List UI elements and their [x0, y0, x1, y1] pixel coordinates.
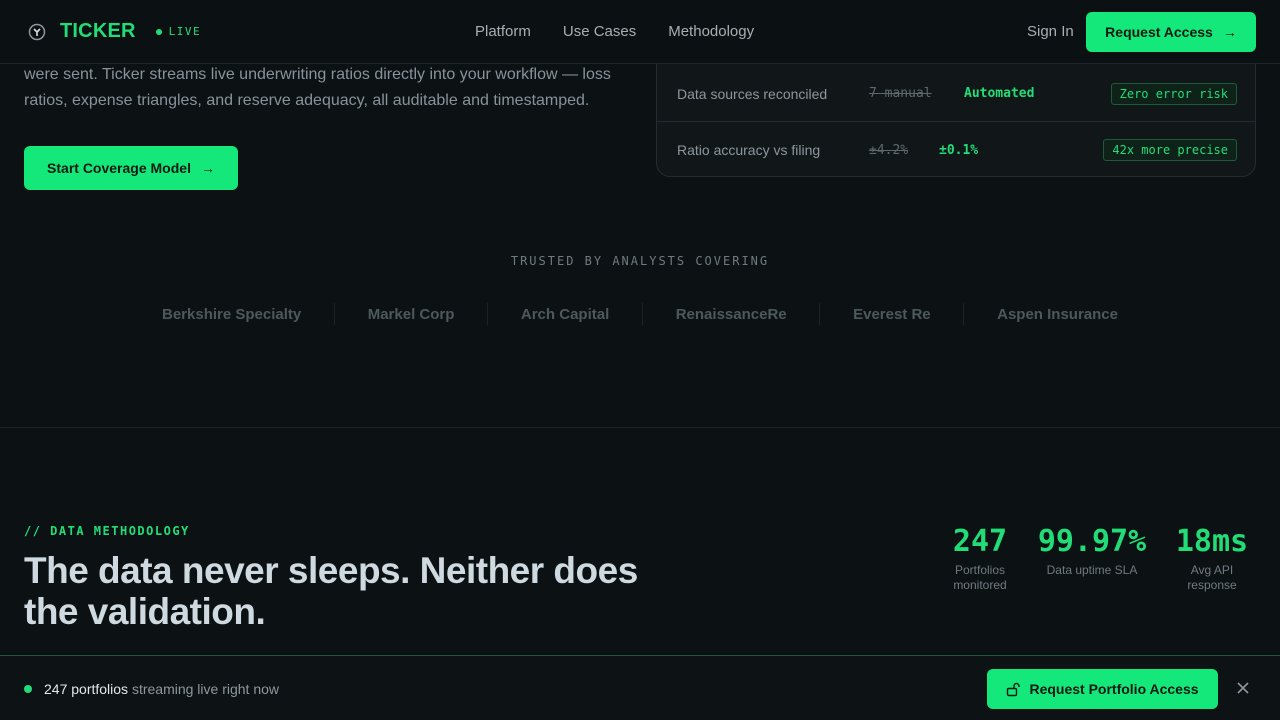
request-access-label: Request Access	[1105, 24, 1213, 40]
logo-divider	[641, 303, 643, 325]
logo-berkshire-specialty: Berkshire Specialty	[162, 305, 302, 323]
arrow-right-icon: →	[1222, 24, 1237, 40]
logo-divider	[333, 303, 335, 325]
request-portfolio-access-label: Request Portfolio Access	[1029, 681, 1199, 697]
stat-value: 99.97%	[1037, 524, 1147, 559]
arrow-right-icon: →	[200, 160, 215, 176]
stat-portfolios: 247 Portfolios monitored	[940, 524, 1020, 593]
live-dot-icon	[24, 685, 32, 693]
request-portfolio-access-button[interactable]: Request Portfolio Access	[987, 669, 1218, 709]
close-icon	[1237, 682, 1249, 694]
comparison-label: Ratio accuracy vs filing	[677, 142, 821, 158]
comparison-row: Ratio accuracy vs filing ±4.2% ±0.1% 42x…	[657, 122, 1255, 176]
start-coverage-label: Start Coverage Model	[47, 160, 191, 176]
stat-uptime: 99.97% Data uptime SLA	[1028, 524, 1156, 593]
logo-arch-capital: Arch Capital	[520, 305, 610, 323]
logo-divider	[487, 303, 489, 325]
nav-link-methodology[interactable]: Methodology	[668, 23, 754, 40]
comparison-badge: Zero error risk	[1110, 82, 1237, 105]
comparison-old-value: 7 manual	[869, 86, 932, 101]
logo-divider	[819, 303, 821, 325]
nav-link-platform[interactable]: Platform	[475, 23, 531, 40]
start-coverage-model-button[interactable]: Start Coverage Model →	[24, 146, 238, 190]
comparison-new-value: Automated	[964, 86, 1035, 101]
request-access-button[interactable]: Request Access →	[1086, 12, 1256, 52]
comparison-old-value: ±4.2%	[869, 142, 909, 158]
sticky-status-rest: streaming live right now	[131, 681, 280, 697]
unlock-icon	[1007, 682, 1021, 696]
logo-divider	[963, 303, 965, 325]
logo-markel-corp: Markel Corp	[367, 305, 455, 323]
brand-logo-icon	[28, 23, 46, 40]
portfolio-count: 247 portfolios	[44, 681, 129, 697]
comparison-new-value: ±0.1%	[939, 142, 979, 158]
stat-label: Data uptime SLA	[1046, 563, 1138, 577]
comparison-row: Data sources reconciled 7 manual Automat…	[657, 66, 1255, 122]
methodology-heading: The data never sleeps. Neither does the …	[24, 550, 638, 632]
stats-group: 247 Portfolios monitored 99.97% Data upt…	[940, 524, 1252, 593]
logo-aspen-insurance: Aspen Insurance	[997, 305, 1118, 323]
sign-in-link[interactable]: Sign In	[1027, 23, 1074, 40]
live-label: LIVE	[168, 25, 202, 38]
section-divider	[0, 427, 1280, 428]
sticky-cta-bar: 247 portfolios streaming live right now …	[0, 655, 1280, 720]
trusted-title: TRUSTED BY ANALYSTS COVERING	[510, 254, 770, 268]
stat-value: 247	[952, 524, 1008, 559]
stat-api-response: 18ms Avg API response	[1172, 524, 1252, 593]
hero-description: were sent. Ticker streams live underwrit…	[24, 66, 611, 109]
nav-link-use-cases[interactable]: Use Cases	[563, 23, 636, 40]
sticky-status-text: 247 portfolios streaming live right now	[44, 681, 279, 697]
stat-label: Avg API response	[1187, 563, 1237, 592]
stat-value: 18ms	[1175, 524, 1249, 559]
live-indicator: LIVE	[155, 25, 202, 38]
logo-renaissancere: RenaissanceRe	[675, 305, 787, 323]
stat-label: Portfolios monitored	[953, 563, 1007, 592]
top-navbar: TICKER LIVE Platform Use Cases Methodolo…	[0, 0, 1280, 64]
live-dot-icon	[155, 28, 162, 35]
comparison-badge: 42x more precise	[1103, 139, 1237, 161]
comparison-label: Data sources reconciled	[677, 85, 828, 102]
brand[interactable]: TICKER LIVE	[28, 20, 201, 43]
nav-links: Platform Use Cases Methodology	[475, 23, 786, 40]
brand-name: TICKER	[60, 20, 136, 42]
close-button[interactable]	[1233, 678, 1253, 698]
methodology-eyebrow: // DATA METHODOLOGY	[24, 524, 190, 538]
trusted-logos: Berkshire Specialty Markel Corp Arch Cap…	[162, 300, 1118, 328]
logo-everest-re: Everest Re	[853, 305, 931, 323]
